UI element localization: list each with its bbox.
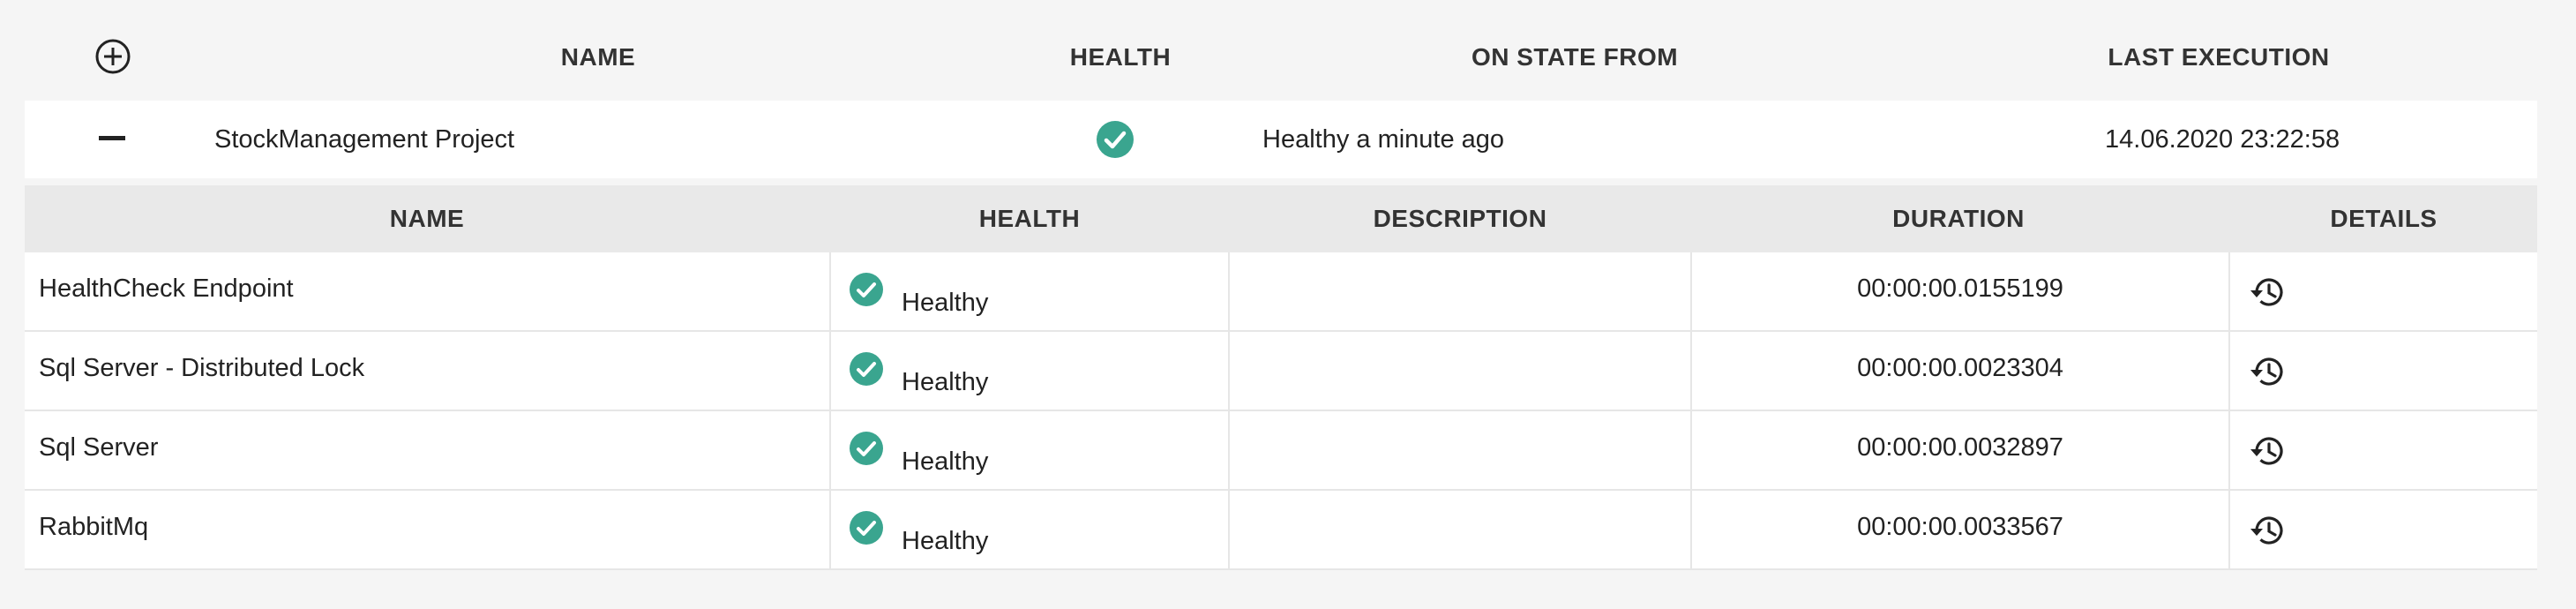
check-details-cell	[2230, 332, 2537, 410]
check-name-cell: Sql Server - Distributed Lock	[25, 332, 831, 410]
minus-icon[interactable]	[99, 136, 125, 140]
project-row[interactable]: StockManagement Project Healthy a minute…	[25, 101, 2537, 178]
check-circle-icon	[1097, 121, 1134, 158]
check-name-cell: RabbitMq	[25, 491, 831, 568]
check-details-cell	[2230, 411, 2537, 489]
history-icon[interactable]	[2248, 431, 2288, 471]
check-health-cell: Healthy	[831, 411, 1230, 489]
check-health-status: Healthy	[902, 527, 989, 555]
check-circle-icon	[850, 511, 883, 545]
checks-header-description: DESCRIPTION	[1373, 205, 1547, 232]
column-header-on-state-from: ON STATE FROM	[1471, 43, 1679, 71]
check-duration: 00:00:00.0023304	[1857, 354, 2063, 382]
check-circle-icon	[850, 432, 883, 465]
checks-header-details: DETAILS	[2330, 205, 2437, 232]
checks-table: NAME HEALTH DESCRIPTION DURATION DETAILS…	[25, 185, 2537, 570]
column-header-name: NAME	[560, 43, 636, 71]
plus-circle-icon[interactable]	[94, 37, 132, 76]
project-name: StockManagement Project	[214, 125, 515, 154]
check-circle-icon	[850, 273, 883, 306]
check-name: Sql Server	[39, 433, 159, 462]
check-health-cell: Healthy	[831, 332, 1230, 410]
check-duration: 00:00:00.0033567	[1857, 513, 2063, 541]
table-row: Sql Server - Distributed Lock Healthy 00…	[25, 332, 2537, 411]
check-name: Sql Server - Distributed Lock	[39, 354, 365, 382]
check-duration-cell: 00:00:00.0023304	[1692, 332, 2230, 410]
history-icon[interactable]	[2248, 510, 2288, 551]
check-description-cell	[1230, 491, 1692, 568]
check-duration-cell: 00:00:00.0032897	[1692, 411, 2230, 489]
check-health-status: Healthy	[902, 447, 989, 476]
check-name-cell: Sql Server	[25, 411, 831, 489]
check-health-cell: Healthy	[831, 252, 1230, 330]
table-row: HealthCheck Endpoint Healthy 00:00:00.01…	[25, 252, 2537, 332]
check-duration-cell: 00:00:00.0033567	[1692, 491, 2230, 568]
table-row: RabbitMq Healthy 00:00:00.0033567	[25, 491, 2537, 570]
check-circle-icon	[850, 352, 883, 386]
check-duration: 00:00:00.0032897	[1857, 433, 2063, 462]
column-header-health: HEALTH	[1069, 43, 1172, 71]
check-health-status: Healthy	[902, 289, 989, 317]
health-checks-panel: NAME HEALTH ON STATE FROM LAST EXECUTION…	[25, 0, 2537, 570]
checks-table-header: NAME HEALTH DESCRIPTION DURATION DETAILS	[25, 185, 2537, 252]
checks-header-name: NAME	[389, 205, 465, 232]
projects-table-header: NAME HEALTH ON STATE FROM LAST EXECUTION	[25, 0, 2537, 101]
check-health-cell: Healthy	[831, 491, 1230, 568]
history-icon[interactable]	[2248, 272, 2288, 312]
check-duration: 00:00:00.0155199	[1857, 274, 2063, 303]
check-description-cell	[1230, 411, 1692, 489]
column-header-last-execution: LAST EXECUTION	[2108, 43, 2330, 71]
history-icon[interactable]	[2248, 351, 2288, 392]
check-name: HealthCheck Endpoint	[39, 274, 294, 303]
check-description-cell	[1230, 252, 1692, 330]
project-on-state-from: Healthy a minute ago	[1262, 125, 1505, 154]
check-description-cell	[1230, 332, 1692, 410]
table-row: Sql Server Healthy 00:00:00.0032897	[25, 411, 2537, 491]
check-health-status: Healthy	[902, 368, 989, 396]
project-last-execution: 14.06.2020 23:22:58	[2105, 125, 2340, 154]
check-name-cell: HealthCheck Endpoint	[25, 252, 831, 330]
check-details-cell	[2230, 491, 2537, 568]
check-details-cell	[2230, 252, 2537, 330]
checks-header-health: HEALTH	[978, 205, 1081, 232]
check-name: RabbitMq	[39, 513, 149, 541]
checks-header-duration: DURATION	[1892, 205, 2025, 232]
check-duration-cell: 00:00:00.0155199	[1692, 252, 2230, 330]
